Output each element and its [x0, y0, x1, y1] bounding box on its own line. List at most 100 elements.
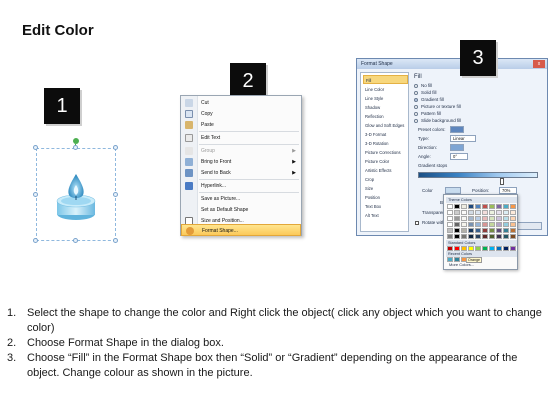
nav-alt-text[interactable]: Alt Text	[363, 211, 408, 220]
theme-color-swatch[interactable]	[447, 222, 453, 227]
theme-color-swatch[interactable]	[510, 210, 516, 215]
theme-color-swatch[interactable]	[496, 216, 502, 221]
nav-shadow[interactable]: Shadow	[363, 103, 408, 112]
theme-color-swatch[interactable]	[503, 228, 509, 233]
nav-fill[interactable]: Fill	[363, 75, 408, 84]
standard-color-swatch[interactable]	[447, 246, 453, 251]
theme-color-swatch[interactable]	[475, 222, 481, 227]
theme-color-swatch[interactable]	[454, 204, 460, 209]
radio-slide-background-fill[interactable]	[414, 119, 418, 123]
theme-color-swatch[interactable]	[454, 216, 460, 221]
close-button[interactable]: x	[533, 60, 545, 68]
gradient-stops-bar[interactable]	[418, 172, 538, 178]
nav-3d-format[interactable]: 3-D Format	[363, 130, 408, 139]
theme-color-swatch[interactable]	[503, 222, 509, 227]
theme-color-swatch[interactable]	[489, 204, 495, 209]
theme-color-swatch[interactable]	[454, 210, 460, 215]
more-colors-link[interactable]: More Colors...	[449, 262, 474, 267]
theme-color-swatch[interactable]	[468, 222, 474, 227]
theme-color-swatch[interactable]	[496, 204, 502, 209]
theme-color-swatch[interactable]	[510, 234, 516, 239]
nav-text-box[interactable]: Text Box	[363, 202, 408, 211]
theme-color-swatch[interactable]	[475, 234, 481, 239]
resize-handle[interactable]	[73, 238, 78, 243]
nav-line-color[interactable]: Line Color	[363, 85, 408, 94]
resize-handle[interactable]	[33, 192, 38, 197]
theme-color-swatch[interactable]	[447, 204, 453, 209]
nav-size[interactable]: Size	[363, 184, 408, 193]
theme-color-swatch[interactable]	[489, 222, 495, 227]
preset-colors-dropdown[interactable]	[450, 126, 464, 133]
resize-handle[interactable]	[113, 192, 118, 197]
theme-color-swatch[interactable]	[468, 216, 474, 221]
theme-color-swatch[interactable]	[489, 228, 495, 233]
gradient-stop-handle[interactable]	[500, 178, 504, 185]
nav-reflection[interactable]: Reflection	[363, 112, 408, 121]
rotation-handle[interactable]	[73, 138, 79, 144]
theme-color-swatch[interactable]	[468, 234, 474, 239]
recent-color-swatch[interactable]	[447, 257, 453, 262]
theme-color-swatch[interactable]	[496, 228, 502, 233]
theme-color-swatch[interactable]	[496, 222, 502, 227]
radio-pattern-fill[interactable]	[414, 112, 418, 116]
resize-handle[interactable]	[33, 145, 38, 150]
nav-picture-corrections[interactable]: Picture Corrections	[363, 148, 408, 157]
nav-glow[interactable]: Glow and Soft Edges	[363, 121, 408, 130]
menu-item-format-shape[interactable]: Format Shape...	[181, 224, 301, 236]
theme-color-swatch[interactable]	[510, 204, 516, 209]
resize-handle[interactable]	[33, 238, 38, 243]
menu-item-send-to-back[interactable]: Send to Back ▶	[181, 167, 301, 179]
angle-input[interactable]: 0°	[450, 153, 468, 160]
standard-color-swatch[interactable]	[468, 246, 474, 251]
theme-color-swatch[interactable]	[461, 234, 467, 239]
menu-item-paste[interactable]: Paste	[181, 119, 301, 131]
theme-color-swatch[interactable]	[461, 222, 467, 227]
theme-color-swatch[interactable]	[496, 210, 502, 215]
theme-color-swatch[interactable]	[510, 228, 516, 233]
standard-color-swatch[interactable]	[489, 246, 495, 251]
theme-color-swatch[interactable]	[482, 216, 488, 221]
resize-handle[interactable]	[113, 238, 118, 243]
theme-color-swatch[interactable]	[468, 210, 474, 215]
nav-position[interactable]: Position	[363, 193, 408, 202]
nav-3d-rotation[interactable]: 3-D Rotation	[363, 139, 408, 148]
theme-color-swatch[interactable]	[447, 234, 453, 239]
theme-color-swatch[interactable]	[447, 210, 453, 215]
recent-color-swatch[interactable]	[461, 257, 467, 262]
theme-color-swatch[interactable]	[468, 228, 474, 233]
standard-color-swatch[interactable]	[475, 246, 481, 251]
theme-color-swatch[interactable]	[461, 210, 467, 215]
type-dropdown[interactable]: Linear	[450, 135, 476, 142]
theme-color-swatch[interactable]	[461, 216, 467, 221]
direction-dropdown[interactable]	[450, 144, 464, 151]
nav-picture-color[interactable]: Picture Color	[363, 157, 408, 166]
theme-color-swatch[interactable]	[489, 216, 495, 221]
standard-color-swatch[interactable]	[503, 246, 509, 251]
theme-color-swatch[interactable]	[454, 228, 460, 233]
theme-color-swatch[interactable]	[475, 216, 481, 221]
standard-color-swatch[interactable]	[510, 246, 516, 251]
position-input[interactable]: 70%	[499, 187, 517, 194]
radio-solid-fill[interactable]	[414, 91, 418, 95]
theme-color-swatch[interactable]	[510, 216, 516, 221]
theme-color-swatch[interactable]	[482, 210, 488, 215]
standard-color-swatch[interactable]	[454, 246, 460, 251]
menu-item-hyperlink[interactable]: Hyperlink...	[181, 180, 301, 192]
theme-color-swatch[interactable]	[503, 210, 509, 215]
nav-artistic-effects[interactable]: Artistic Effects	[363, 166, 408, 175]
theme-color-swatch[interactable]	[503, 234, 509, 239]
dialog-close-button[interactable]	[516, 222, 542, 230]
resize-handle[interactable]	[73, 145, 78, 150]
theme-color-swatch[interactable]	[482, 228, 488, 233]
theme-color-swatch[interactable]	[482, 234, 488, 239]
theme-color-swatch[interactable]	[454, 222, 460, 227]
theme-color-swatch[interactable]	[482, 204, 488, 209]
theme-color-swatch[interactable]	[454, 234, 460, 239]
standard-color-swatch[interactable]	[461, 246, 467, 251]
color-dropdown[interactable]	[445, 187, 461, 194]
rotate-checkbox[interactable]	[415, 221, 419, 225]
radio-no-fill[interactable]	[414, 84, 418, 88]
standard-color-swatch[interactable]	[496, 246, 502, 251]
resize-handle[interactable]	[113, 145, 118, 150]
standard-color-swatch[interactable]	[482, 246, 488, 251]
